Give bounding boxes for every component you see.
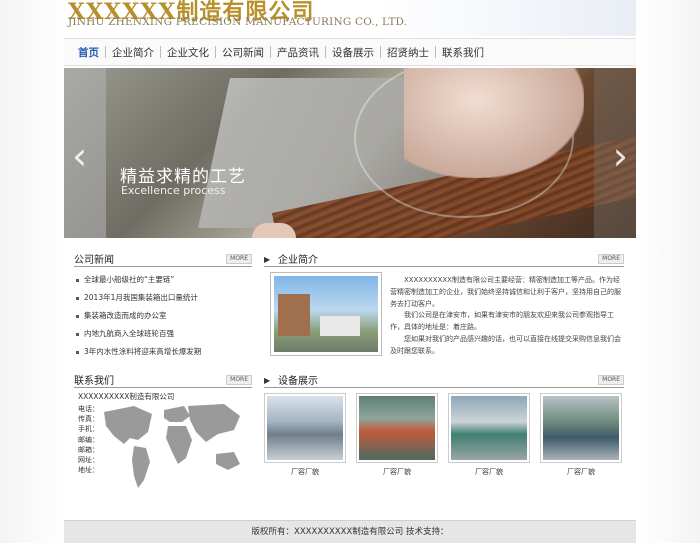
news-item[interactable]: 3年内水性涂料将迎来高增长爆发期 — [76, 345, 236, 363]
nav-item-careers[interactable]: 招贤纳士 — [381, 45, 435, 60]
contact-address-label: 地址： — [78, 466, 99, 475]
equipment-caption[interactable]: 厂容厂貌 — [264, 467, 346, 477]
news-item[interactable]: 内地九航商入全球班轮百强 — [76, 327, 236, 345]
contact-more-button[interactable]: MORE — [226, 375, 252, 385]
news-item[interactable]: 2013年1月我国集装箱出口量统计 — [76, 291, 236, 309]
banner-photo-finger — [252, 223, 296, 238]
equipment-caption[interactable]: 厂容厂貌 — [356, 467, 438, 477]
outer-shade-right — [636, 0, 700, 543]
news-item[interactable]: 全球最小船级社的“主要链” — [76, 273, 236, 291]
footer: 版权所有：XXXXXXXXXX制造有限公司 技术支持： — [64, 520, 636, 543]
chevron-left-icon[interactable]: ‹ — [72, 134, 87, 178]
news-more-button[interactable]: MORE — [226, 254, 252, 264]
chevron-right-icon[interactable]: › — [613, 134, 628, 178]
news-item[interactable]: 集装箱改造而成的办公室 — [76, 309, 236, 327]
nav-item-company-intro[interactable]: 企业简介 — [106, 45, 160, 60]
nav-item-equipment[interactable]: 设备展示 — [326, 45, 380, 60]
nav-item-culture[interactable]: 企业文化 — [161, 45, 215, 60]
intro-section-title: 企业简介 — [278, 255, 318, 266]
building-shape — [278, 294, 310, 336]
outer-shade-left — [0, 0, 64, 543]
equipment-more-button[interactable]: MORE — [598, 375, 624, 385]
logo-english: JINHU ZHENXING PRECISION MANUFACTURING C… — [68, 16, 408, 28]
equipment-thumbnail[interactable] — [540, 393, 622, 463]
nav-item-contact[interactable]: 联系我们 — [436, 45, 490, 60]
intro-more-button[interactable]: MORE — [598, 254, 624, 264]
intro-paragraph: 我们公司是在津安市，如果有津安市的朋友欢迎来我公司参观指导工作，具体的地址是：着… — [390, 311, 614, 332]
intro-paragraph: XXXXXXXXXX制造有限公司主要经营：精密制造加工等产品。作为经营精密制造加… — [390, 276, 621, 308]
bullet-icon — [76, 350, 79, 354]
page: XXXXXX制造有限公司 JINHU ZHENXING PRECISION MA… — [64, 0, 636, 543]
contact-zip-label: 邮编： — [78, 435, 99, 444]
contact-fax-label: 传真： — [78, 415, 99, 424]
bullet-icon — [76, 332, 79, 336]
equipment-section-header: ▶ 设备展示 MORE — [264, 374, 624, 388]
bullet-icon — [76, 278, 79, 282]
triangle-right-icon: ▶ — [264, 376, 271, 385]
contact-section-title: 联系我们 — [74, 376, 114, 387]
intro-paragraph: 您如果对我们的产品感兴趣的话，也可以直接在线提交采购信息我们会及时跟您联系。 — [390, 334, 621, 355]
contact-company-name: XXXXXXXXXX制造有限公司 — [78, 392, 175, 401]
contact-mobile-label: 手机： — [78, 425, 99, 434]
main-nav: 首页 企业简介 企业文化 公司新闻 产品资讯 设备展示 招贤纳士 联系我们 — [64, 38, 636, 66]
contact-phone-label: 电话： — [78, 405, 99, 413]
triangle-right-icon: ▶ — [264, 255, 271, 264]
news-section-title: 公司新闻 — [74, 255, 114, 266]
banner-subtitle: Excellence process — [121, 184, 226, 197]
intro-section-header: ▶ 企业简介 MORE — [264, 253, 624, 267]
contact-email-label: 邮箱： — [78, 445, 99, 454]
bullet-icon — [76, 296, 79, 300]
banner-photo-hand — [404, 68, 584, 178]
company-building-photo[interactable] — [270, 272, 382, 356]
equipment-thumbnail[interactable] — [264, 393, 346, 463]
equipment-section-title: 设备展示 — [278, 376, 318, 387]
equipment-caption[interactable]: 厂容厂貌 — [540, 467, 622, 477]
equipment-thumbnail[interactable] — [448, 393, 530, 463]
nav-item-home[interactable]: 首页 — [72, 45, 105, 60]
contact-section-header: 联系我们 MORE — [74, 374, 252, 388]
nav-item-news[interactable]: 公司新闻 — [216, 45, 270, 60]
news-list: 全球最小船级社的“主要链” 2013年1月我国集装箱出口量统计 集装箱改造而成的… — [76, 273, 236, 363]
building-shape — [320, 316, 360, 336]
news-section-header: 公司新闻 MORE — [74, 253, 252, 267]
nav-item-products[interactable]: 产品资讯 — [271, 45, 325, 60]
intro-text: XXXXXXXXXX制造有限公司主要经营：精密制造加工等产品。作为经营精密制造加… — [390, 275, 624, 358]
world-map-image — [104, 404, 240, 488]
banner-slideshow[interactable]: ‹ › 精益求精的工艺 Excellence process — [64, 68, 636, 238]
contact-website-label: 网址： — [78, 456, 99, 465]
header: XXXXXX制造有限公司 JINHU ZHENXING PRECISION MA… — [64, 0, 636, 36]
contact-details: 电话： 传真： 手机： 邮编： 邮箱： 网址： 地址： — [78, 404, 99, 475]
bullet-icon — [76, 314, 79, 318]
equipment-caption[interactable]: 厂容厂貌 — [448, 467, 530, 477]
equipment-thumbnail[interactable] — [356, 393, 438, 463]
